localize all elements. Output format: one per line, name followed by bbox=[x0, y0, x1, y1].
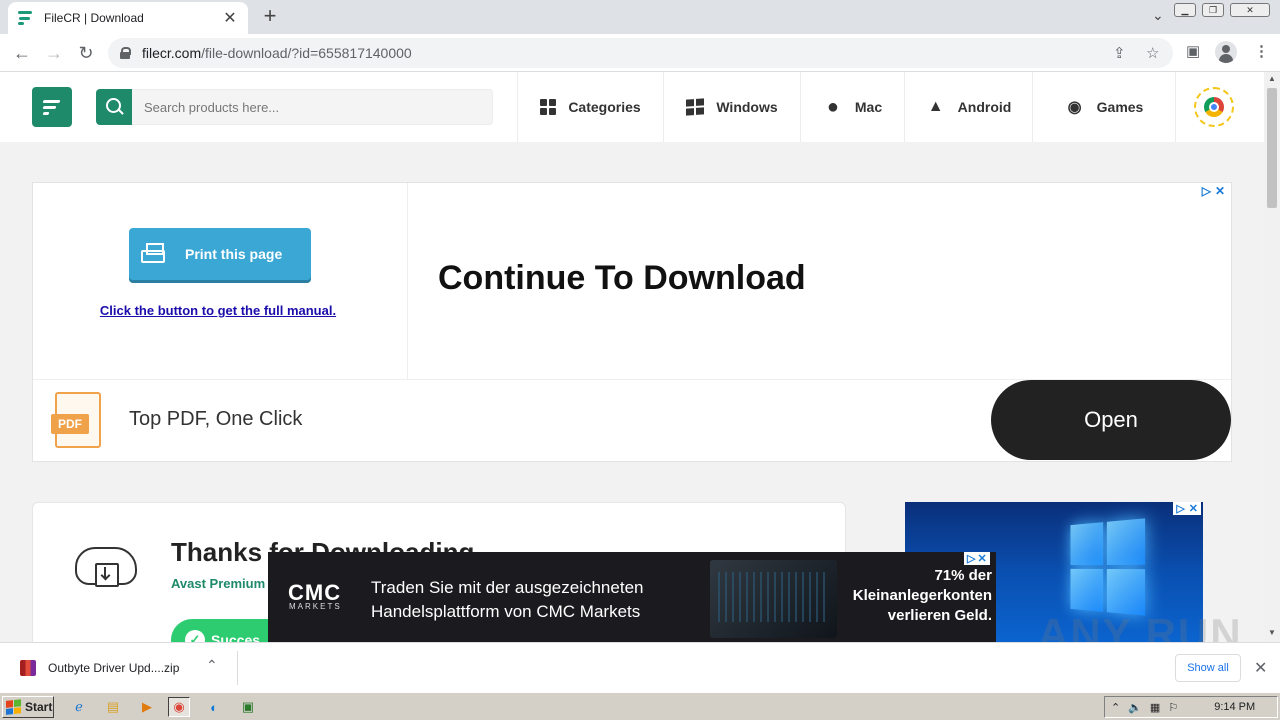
nav-label: Android bbox=[957, 99, 1012, 115]
browser-tab-strip: FileCR | Download ✕ + ⌄ ▁ ❐ ✕ bbox=[0, 0, 1280, 34]
nav-android[interactable]: ▲ Android bbox=[904, 72, 1032, 142]
browser-tab[interactable]: FileCR | Download ✕ bbox=[8, 2, 248, 34]
window-controls: ▁ ❐ ✕ bbox=[1174, 3, 1270, 17]
terminal-icon[interactable]: ▣ bbox=[237, 697, 259, 717]
adchoices-icon: ▷ bbox=[1176, 503, 1185, 515]
show-all-button[interactable]: Show all bbox=[1175, 654, 1241, 682]
windows-taskbar: Start ℯ ▤ ▶ ◉ ◐ ▣ ⌃ 🔈 ▦ ⚐ 9:14 PM bbox=[0, 692, 1280, 720]
adchoices-icon: ▷ bbox=[967, 553, 976, 565]
ie-icon[interactable]: ℯ bbox=[68, 697, 90, 717]
scroll-thumb[interactable] bbox=[1267, 88, 1277, 208]
search-icon[interactable] bbox=[96, 89, 132, 125]
windows-logo-icon bbox=[1070, 518, 1146, 616]
divider bbox=[237, 651, 238, 685]
close-icon[interactable]: ✕ bbox=[1254, 658, 1267, 678]
cmc-adchoices-badge[interactable]: ▷ ✕ bbox=[964, 552, 990, 565]
share-icon[interactable]: ⇪ bbox=[1113, 44, 1126, 62]
side-adchoices-badge[interactable]: ▷ ✕ bbox=[1173, 502, 1201, 515]
reload-icon[interactable]: ↻ bbox=[75, 42, 97, 64]
ad-bottom-text: Top PDF, One Click bbox=[129, 408, 303, 430]
browser-toolbar: ← → ↻ filecr.com/file-download/?id=65581… bbox=[0, 34, 1280, 72]
nav-label: Windows bbox=[716, 99, 778, 115]
url-text: filecr.com/file-download/?id=65581714000… bbox=[142, 45, 412, 61]
cmc-logo-sub: MARKETS bbox=[289, 602, 342, 611]
network-icon[interactable]: ▦ bbox=[1150, 701, 1160, 714]
apple-icon: ● bbox=[826, 95, 839, 118]
search-input[interactable] bbox=[132, 89, 493, 125]
back-arrow-icon[interactable]: ← bbox=[11, 42, 33, 64]
nav-categories[interactable]: Categories bbox=[517, 72, 663, 142]
restore-button[interactable]: ❐ bbox=[1202, 3, 1224, 17]
tab-search-chevron-icon[interactable]: ⌄ bbox=[1152, 7, 1164, 24]
ad-close-icon[interactable]: ✕ bbox=[1215, 184, 1225, 198]
cmc-risk-warning: 71% der Kleinanlegerkonten verlieren Gel… bbox=[852, 567, 992, 624]
close-window-button[interactable]: ✕ bbox=[1230, 3, 1270, 17]
menu-kebab-icon[interactable]: ⋮ bbox=[1254, 42, 1269, 60]
nav-label: Categories bbox=[568, 99, 641, 115]
cloud-download-icon bbox=[73, 537, 139, 593]
print-label: Print this page bbox=[185, 246, 283, 262]
scroll-down-icon[interactable]: ▼ bbox=[1268, 628, 1276, 637]
ad-headline[interactable]: Continue To Download bbox=[438, 259, 806, 298]
chevron-up-icon[interactable]: ⌃ bbox=[206, 657, 218, 674]
start-button[interactable]: Start bbox=[2, 696, 54, 718]
nav-games[interactable]: ◉ Games bbox=[1032, 72, 1176, 142]
android-icon: ▲ bbox=[927, 98, 944, 115]
adchoices-badge[interactable]: ▷ ✕ bbox=[1202, 184, 1225, 198]
product-name[interactable]: Avast Premium bbox=[171, 576, 265, 591]
filecr-logo[interactable] bbox=[32, 87, 72, 127]
bookmark-star-icon[interactable]: ☆ bbox=[1146, 44, 1159, 62]
media-player-icon[interactable]: ▶ bbox=[136, 697, 158, 717]
ad-banner[interactable]: Print this page Click the button to get … bbox=[32, 182, 1232, 462]
volume-icon[interactable]: 🔈 bbox=[1128, 701, 1142, 714]
nav-mac[interactable]: ● Mac bbox=[800, 72, 904, 142]
filecr-favicon-icon bbox=[18, 11, 34, 25]
open-button[interactable]: Open bbox=[991, 380, 1231, 460]
print-page-button[interactable]: Print this page bbox=[129, 228, 311, 280]
gamepad-icon: ◉ bbox=[1067, 99, 1082, 116]
new-tab-button[interactable]: + bbox=[258, 3, 282, 29]
scroll-up-icon[interactable]: ▲ bbox=[1268, 74, 1276, 83]
page-scrollbar[interactable]: ▲ ▼ bbox=[1264, 72, 1280, 642]
tray-arrow-icon[interactable]: ⌃ bbox=[1111, 701, 1120, 714]
address-bar[interactable]: filecr.com/file-download/?id=65581714000… bbox=[108, 38, 1173, 68]
cmc-ad-text: Traden Sie mit der ausgezeichneten Hande… bbox=[371, 578, 644, 621]
tab-title: FileCR | Download bbox=[44, 11, 144, 25]
explorer-folder-icon[interactable]: ▤ bbox=[102, 697, 124, 717]
side-panel-icon[interactable]: ▣ bbox=[1186, 42, 1200, 60]
ad-manual-link[interactable]: Click the button to get the full manual. bbox=[33, 303, 403, 318]
ad-bottom-strip: PDF Top PDF, One Click Open bbox=[33, 379, 1231, 461]
edge-icon[interactable]: ◐ bbox=[203, 697, 225, 717]
nav-windows[interactable]: Windows bbox=[663, 72, 800, 142]
clock[interactable]: 9:14 PM bbox=[1214, 701, 1255, 713]
ad-close-icon: ✕ bbox=[1188, 503, 1198, 515]
windows-icon bbox=[686, 98, 705, 116]
printer-icon bbox=[141, 243, 165, 265]
site-header: Categories Windows ● Mac ▲ Android ◉ Gam… bbox=[0, 72, 1264, 142]
system-tray: ⌃ 🔈 ▦ ⚐ 9:14 PM bbox=[1104, 696, 1278, 718]
chrome-extension-icon[interactable] bbox=[1194, 87, 1234, 127]
adchoices-icon[interactable]: ▷ bbox=[1202, 184, 1211, 198]
nav-label: Mac bbox=[854, 99, 883, 115]
flag-icon[interactable]: ⚐ bbox=[1168, 701, 1178, 714]
download-file-name[interactable]: Outbyte Driver Upd....zip bbox=[48, 661, 179, 675]
winrar-file-icon bbox=[20, 660, 36, 676]
ad-left-panel: Print this page Click the button to get … bbox=[33, 183, 408, 379]
downloads-bar: Outbyte Driver Upd....zip ⌃ Show all ✕ bbox=[0, 642, 1280, 692]
forward-arrow-icon[interactable]: → bbox=[43, 42, 65, 64]
minimize-button[interactable]: ▁ bbox=[1174, 3, 1196, 17]
nav-label: Games bbox=[1096, 99, 1144, 115]
page-viewport: Categories Windows ● Mac ▲ Android ◉ Gam… bbox=[0, 72, 1264, 642]
profile-avatar-icon[interactable] bbox=[1215, 41, 1237, 63]
tab-close-icon[interactable]: ✕ bbox=[222, 8, 238, 28]
lock-icon[interactable] bbox=[120, 47, 131, 59]
ad-close-icon: ✕ bbox=[977, 553, 987, 565]
cmc-overlay-ad[interactable]: CMC MARKETS Traden Sie mit der ausgezeic… bbox=[268, 552, 996, 642]
chrome-taskbar-icon[interactable]: ◉ bbox=[168, 697, 190, 717]
grid-icon bbox=[540, 99, 557, 115]
trading-platform-image bbox=[710, 560, 837, 638]
start-label: Start bbox=[25, 700, 53, 714]
windows-flag-icon bbox=[6, 699, 22, 715]
pdf-icon: PDF bbox=[51, 392, 109, 450]
